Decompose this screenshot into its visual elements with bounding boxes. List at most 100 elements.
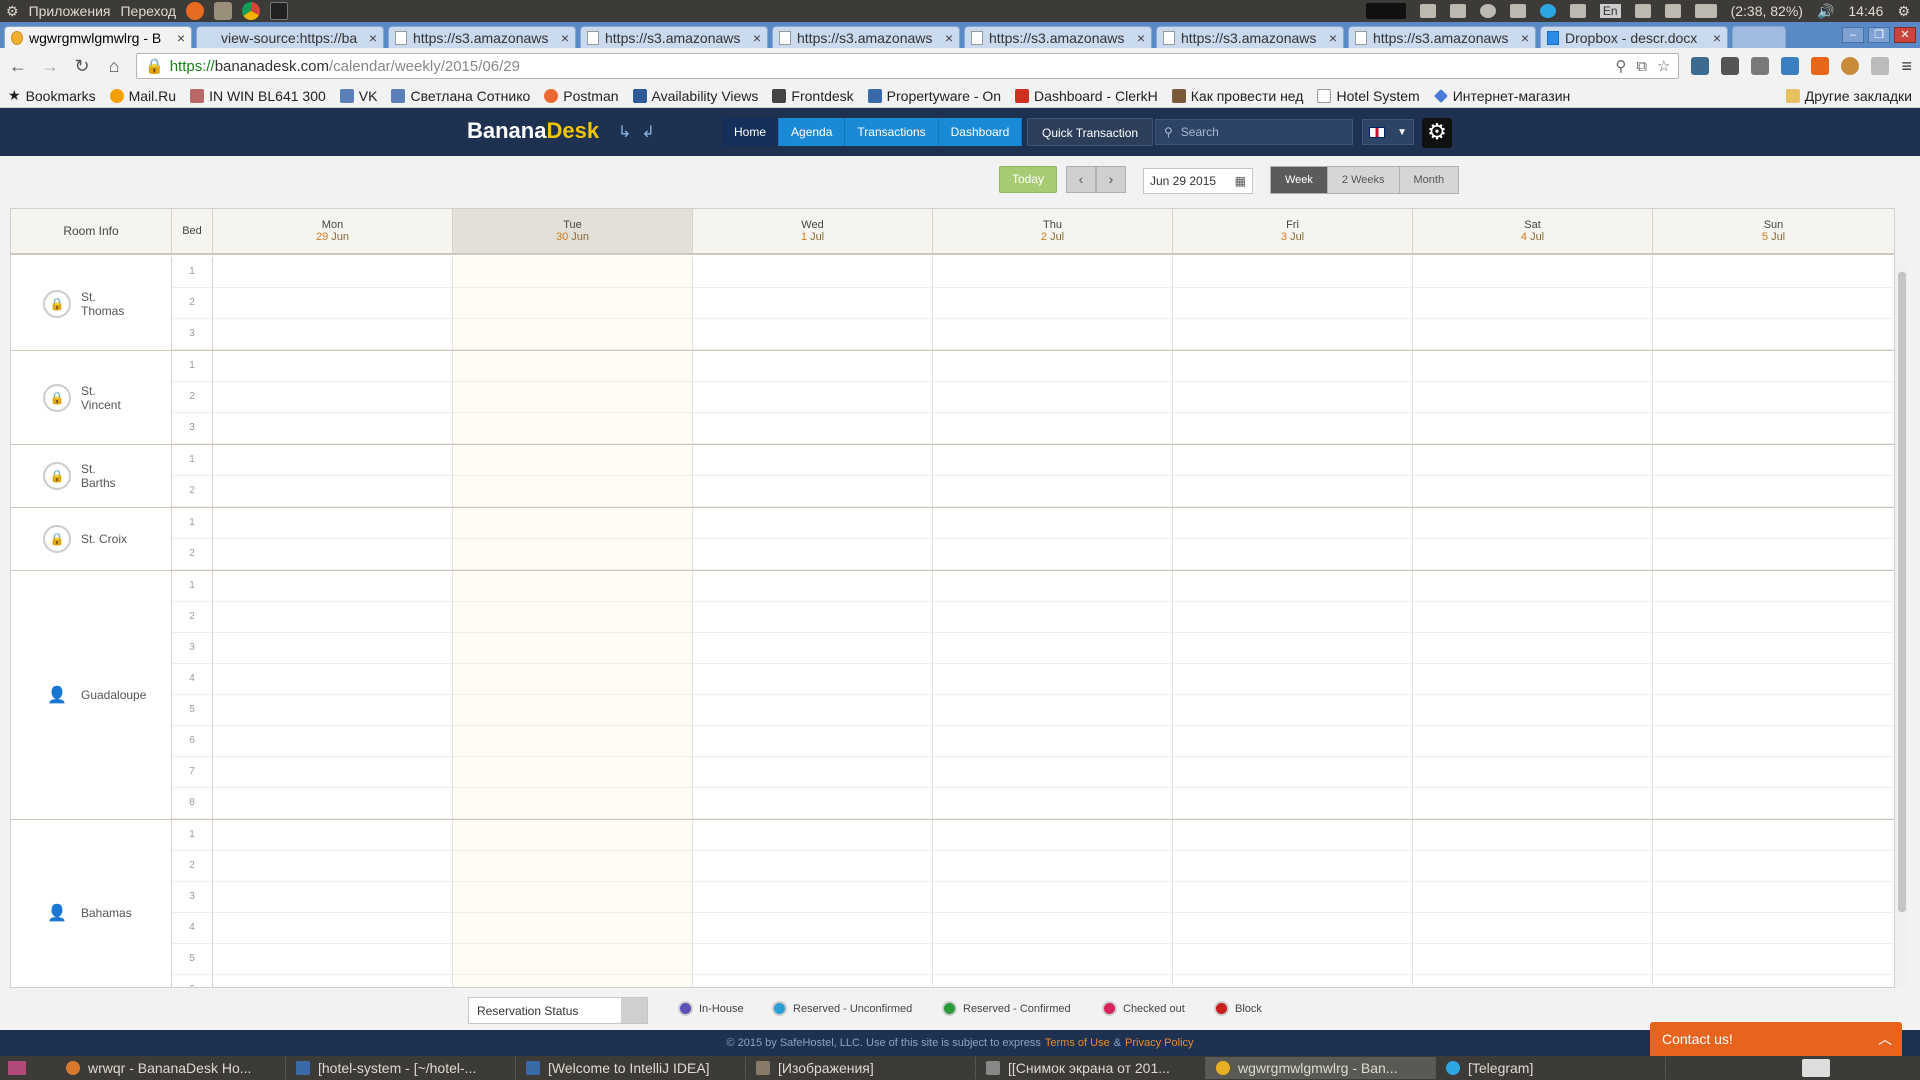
booking-cell[interactable] xyxy=(213,975,452,987)
taskbar-item[interactable]: [Telegram] xyxy=(1436,1057,1666,1079)
booking-cell[interactable] xyxy=(1173,476,1412,507)
bookmark-item[interactable]: VK xyxy=(339,88,377,104)
booking-cell[interactable] xyxy=(693,913,932,944)
booking-cell[interactable] xyxy=(693,944,932,975)
booking-cell[interactable] xyxy=(1413,571,1652,602)
extension-icon[interactable] xyxy=(1781,57,1800,75)
booking-cell[interactable] xyxy=(1413,975,1652,987)
booking-cell[interactable] xyxy=(1173,975,1412,987)
booking-cell[interactable] xyxy=(453,602,692,633)
booking-cell[interactable] xyxy=(213,382,452,413)
booking-cell[interactable] xyxy=(1173,288,1412,319)
close-tab-icon[interactable]: × xyxy=(561,30,569,46)
booking-cell[interactable] xyxy=(1173,413,1412,444)
booking-cell[interactable] xyxy=(1653,633,1894,664)
booking-cell[interactable] xyxy=(1413,726,1652,757)
booking-cell[interactable] xyxy=(693,975,932,987)
booking-cell[interactable] xyxy=(1413,413,1652,444)
browser-tab[interactable]: wgwrgmwlgmwlrg - B × xyxy=(4,26,192,48)
booking-cell[interactable] xyxy=(693,664,932,695)
back-icon[interactable]: ← xyxy=(8,56,28,77)
booking-cell[interactable] xyxy=(933,695,1172,726)
booking-cell[interactable] xyxy=(1173,257,1412,288)
quick-transaction-button[interactable]: Quick Transaction xyxy=(1027,118,1154,146)
booking-cell[interactable] xyxy=(1653,539,1894,570)
booking-cell[interactable] xyxy=(1173,695,1412,726)
translate-icon[interactable]: ⧉ xyxy=(1636,58,1647,75)
ubuntu-gear-icon[interactable]: ⚙ xyxy=(6,3,19,20)
wifi-icon[interactable] xyxy=(1569,4,1586,18)
booking-cell[interactable] xyxy=(1413,445,1652,476)
extension-icon[interactable] xyxy=(1721,57,1740,75)
booking-cell[interactable] xyxy=(1413,476,1652,507)
reload-icon[interactable]: ↻ xyxy=(72,56,92,77)
booking-cell[interactable] xyxy=(213,257,452,288)
booking-cell[interactable] xyxy=(1653,413,1894,444)
booking-cell[interactable] xyxy=(1413,319,1652,350)
booking-cell[interactable] xyxy=(453,944,692,975)
booking-cell[interactable] xyxy=(453,726,692,757)
booking-cell[interactable] xyxy=(453,571,692,602)
booking-cell[interactable] xyxy=(1173,726,1412,757)
browser-tab[interactable]: https://s3.amazonaws × xyxy=(580,26,768,48)
scrollbar-thumb[interactable] xyxy=(1898,272,1906,912)
booking-cell[interactable] xyxy=(453,975,692,987)
day-header[interactable]: Mon 29 Jun xyxy=(213,209,453,253)
zoom-icon[interactable]: ⚲ xyxy=(1615,57,1626,75)
booking-cell[interactable] xyxy=(213,882,452,913)
booking-cell[interactable] xyxy=(453,633,692,664)
booking-cell[interactable] xyxy=(213,351,452,382)
bookmark-item[interactable]: IN WIN BL641 300 xyxy=(190,88,326,104)
booking-cell[interactable] xyxy=(213,539,452,570)
booking-cell[interactable] xyxy=(693,539,932,570)
bookmark-item[interactable]: Availability Views xyxy=(632,88,758,104)
booking-cell[interactable] xyxy=(1413,695,1652,726)
booking-cell[interactable] xyxy=(453,319,692,350)
booking-cell[interactable] xyxy=(1413,382,1652,413)
extension-icon[interactable] xyxy=(1811,57,1830,75)
booking-cell[interactable] xyxy=(1173,788,1412,819)
booking-cell[interactable] xyxy=(693,476,932,507)
browser-tab[interactable]: https://s3.amazonaws × xyxy=(388,26,576,48)
booking-cell[interactable] xyxy=(453,757,692,788)
booking-cell[interactable] xyxy=(933,788,1172,819)
terminal-icon[interactable] xyxy=(270,2,289,20)
taskbar-item[interactable]: [[Снимок экрана от 201... xyxy=(976,1057,1206,1079)
booking-cell[interactable] xyxy=(1413,851,1652,882)
booking-cell[interactable] xyxy=(933,257,1172,288)
booking-cell[interactable] xyxy=(1413,913,1652,944)
booking-cell[interactable] xyxy=(213,571,452,602)
booking-cell[interactable] xyxy=(933,288,1172,319)
taskbar-item[interactable]: [hotel-system - [~/hotel-... xyxy=(286,1057,516,1079)
room-info[interactable]: 🔒 St. Thomas xyxy=(11,257,172,350)
home-icon[interactable]: ⌂ xyxy=(104,56,124,77)
address-bar[interactable]: 🔒 https://bananadesk.com/calendar/weekly… xyxy=(136,53,1680,79)
booking-cell[interactable] xyxy=(933,633,1172,664)
keyboard-icon[interactable] xyxy=(1419,4,1436,18)
booking-cell[interactable] xyxy=(1653,944,1894,975)
booking-cell[interactable] xyxy=(1653,726,1894,757)
notification-bell-icon[interactable] xyxy=(1509,4,1526,18)
booking-cell[interactable] xyxy=(693,695,932,726)
booking-cell[interactable] xyxy=(1413,508,1652,539)
room-info[interactable]: 🔒 St. Croix xyxy=(11,508,172,570)
terms-link[interactable]: Terms of Use xyxy=(1045,1037,1110,1049)
booking-cell[interactable] xyxy=(693,882,932,913)
booking-cell[interactable] xyxy=(1653,975,1894,987)
booking-cell[interactable] xyxy=(1173,882,1412,913)
booking-cell[interactable] xyxy=(453,882,692,913)
booking-cell[interactable] xyxy=(1653,257,1894,288)
close-tab-icon[interactable]: × xyxy=(177,30,185,46)
browser-tab[interactable]: https://s3.amazonaws × xyxy=(1156,26,1344,48)
booking-cell[interactable] xyxy=(1173,571,1412,602)
booking-cell[interactable] xyxy=(1413,944,1652,975)
checkout-icon[interactable]: ↲ xyxy=(641,124,664,141)
dropdown-toggle[interactable] xyxy=(621,998,647,1023)
booking-cell[interactable] xyxy=(693,757,932,788)
booking-cell[interactable] xyxy=(1173,820,1412,851)
close-tab-icon[interactable]: × xyxy=(753,30,761,46)
booking-cell[interactable] xyxy=(213,726,452,757)
booking-cell[interactable] xyxy=(213,319,452,350)
booking-cell[interactable] xyxy=(933,882,1172,913)
booking-cell[interactable] xyxy=(213,602,452,633)
